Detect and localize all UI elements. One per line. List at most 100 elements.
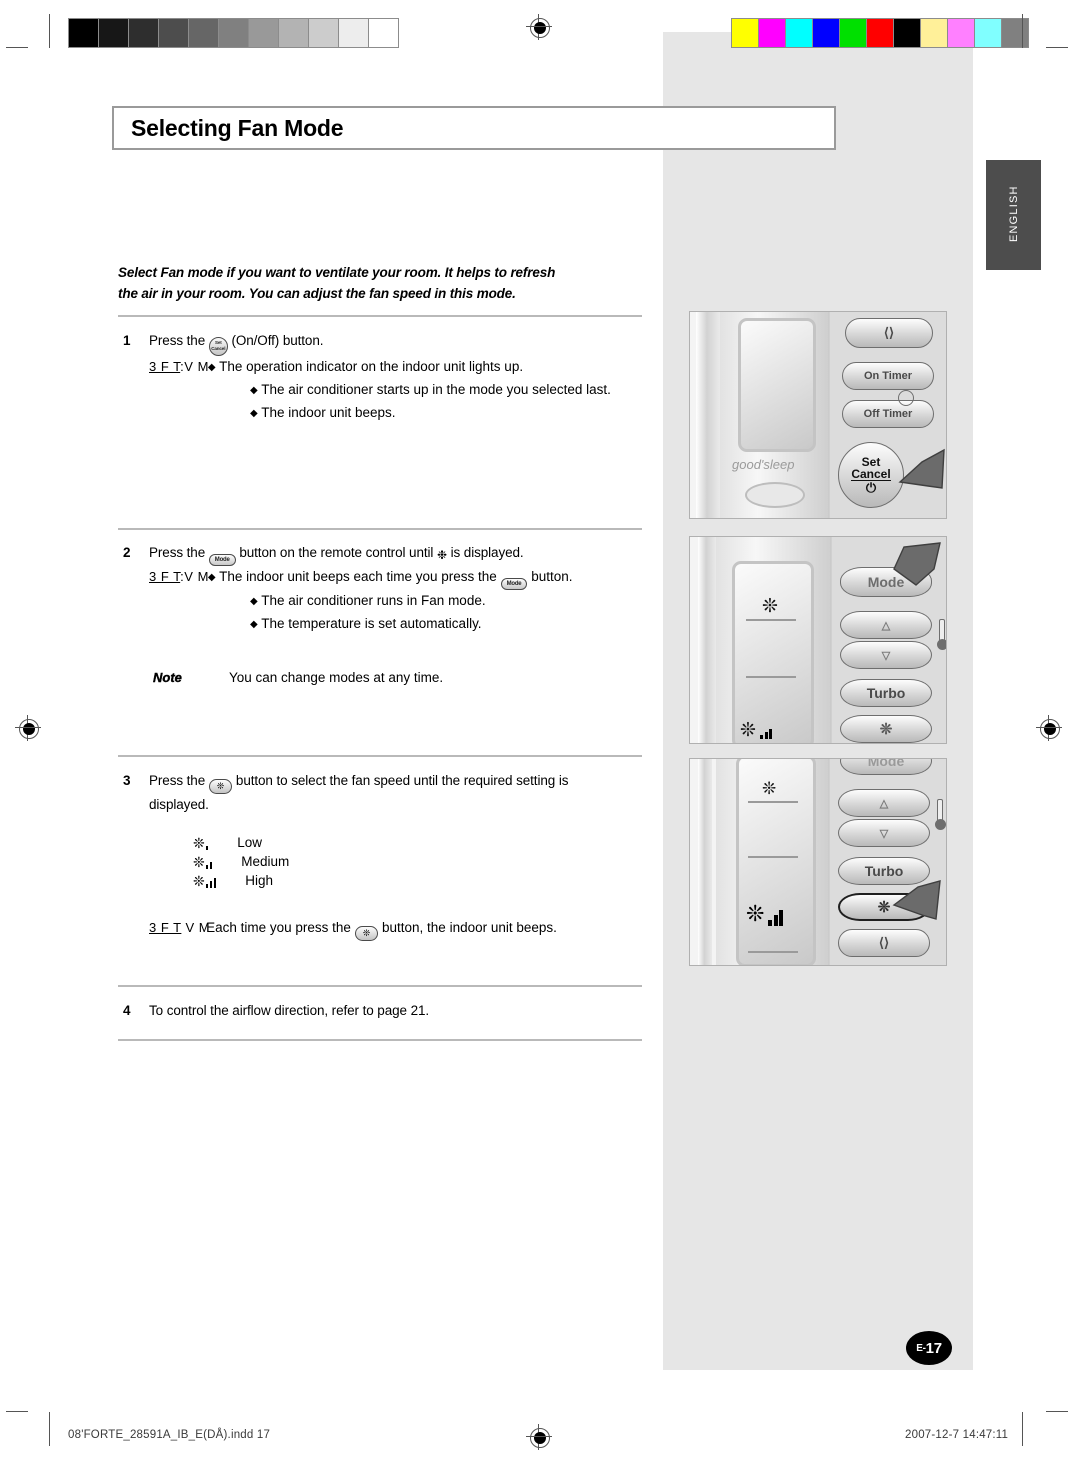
arrow-pointer-mode bbox=[884, 541, 944, 597]
fan-icon: ❉ bbox=[436, 547, 447, 562]
note-label: Note bbox=[153, 669, 182, 685]
turbo-button[interactable]: Turbo bbox=[840, 679, 932, 707]
fan-speed-low-label: Low bbox=[237, 835, 262, 850]
color-calibration-bar bbox=[731, 18, 1029, 48]
temp-up-button[interactable]: △ bbox=[838, 789, 930, 817]
step-2-bullet-1: The indoor unit beeps each time you pres… bbox=[219, 568, 497, 584]
temp-up-button[interactable]: △ bbox=[840, 611, 932, 639]
swing-icon: ⟨⟩ bbox=[878, 935, 890, 950]
step-1: 1 Press the Set Cancel (On/Off) button. bbox=[118, 330, 642, 356]
fan-speed-legend: ❊ Low ❊ Medium ❊ High bbox=[193, 834, 642, 890]
fan-speed-medium-label: Medium bbox=[241, 854, 290, 869]
step-2-bullet-3: The temperature is set automatically. bbox=[261, 615, 482, 631]
remote-illustration-power: good'sleep ⟨⟩ On Timer Off Timer Set Can… bbox=[689, 311, 947, 519]
color-swatch-8 bbox=[948, 19, 975, 47]
mode-button[interactable]: Mode bbox=[840, 759, 932, 775]
step-3-result-after: button, the indoor unit beeps. bbox=[382, 919, 557, 935]
step-1-bullet-3: The indoor unit beeps. bbox=[261, 404, 396, 420]
temp-down-button[interactable]: ▽ bbox=[840, 641, 932, 669]
step-3-text-before: Press the bbox=[149, 772, 206, 788]
lcd-divider-1 bbox=[748, 801, 798, 803]
lcd-divider-2 bbox=[748, 856, 798, 858]
goodsleep-button[interactable] bbox=[745, 482, 805, 508]
step-1-results: 3 F T:V M ◆ The operation indicator on t… bbox=[149, 356, 642, 425]
bullet-diamond-icon: ◆ bbox=[250, 407, 258, 419]
step-1-number: 1 bbox=[123, 333, 131, 348]
step-3-text-line2: displayed. bbox=[149, 796, 209, 812]
step-4-number: 4 bbox=[123, 1002, 131, 1018]
crop-mark-br-h bbox=[1046, 1411, 1068, 1412]
crop-mark-tr-v bbox=[1022, 14, 1023, 48]
page-number-value: 17 bbox=[925, 1339, 942, 1357]
fan-speed-low-icon: ❊ bbox=[193, 835, 209, 850]
fan-speed-row-high: ❊ High bbox=[193, 872, 642, 890]
step-3: 3 Press the ❊ button to select the fan s… bbox=[118, 770, 642, 815]
grayscale-swatch-1 bbox=[99, 19, 129, 47]
triangle-up-icon: △ bbox=[879, 797, 889, 810]
crop-mark-bl-v bbox=[49, 1412, 50, 1446]
thermometer-icon bbox=[935, 799, 946, 830]
color-swatch-9 bbox=[975, 19, 1002, 47]
crop-mark-tl-v bbox=[49, 14, 50, 48]
grayscale-swatch-6 bbox=[249, 19, 279, 47]
remote-left-edge bbox=[698, 537, 716, 743]
grayscale-swatch-0 bbox=[69, 19, 99, 47]
on-timer-button[interactable]: On Timer bbox=[842, 362, 934, 390]
page-number-prefix: E- bbox=[916, 1342, 926, 1354]
color-swatch-3 bbox=[813, 19, 840, 47]
arrow-pointer-fanspeed bbox=[878, 875, 942, 927]
remote-body: good'sleep ⟨⟩ On Timer Off Timer Set Can… bbox=[690, 312, 946, 518]
grayscale-swatch-5 bbox=[219, 19, 249, 47]
step-2-bullet-2: The air conditioner runs in Fan mode. bbox=[261, 592, 486, 608]
page-title: Selecting Fan Mode bbox=[131, 115, 344, 141]
divider-3 bbox=[118, 754, 642, 757]
step-2-bullet-1-suffix: button. bbox=[531, 568, 573, 584]
set-cancel-button-icon: Set Cancel bbox=[208, 336, 228, 356]
color-swatch-2 bbox=[786, 19, 813, 47]
mode-button-icon: Mode bbox=[500, 577, 528, 590]
intro-paragraph: Select Fan mode if you want to ventilate… bbox=[118, 262, 642, 304]
fan-speed-medium-icon: ❊ bbox=[193, 854, 213, 869]
remote-left-edge bbox=[696, 312, 720, 518]
grayscale-swatch-2 bbox=[129, 19, 159, 47]
fan-speed-high-icon: ❊ bbox=[193, 873, 217, 888]
grayscale-calibration-bar bbox=[68, 18, 399, 48]
step-2-results: 3 F T:V M ◆ The indoor unit beeps each t… bbox=[149, 566, 642, 636]
swing-button[interactable]: ⟨⟩ bbox=[845, 318, 933, 348]
divider-5 bbox=[118, 1038, 642, 1041]
triangle-up-icon: △ bbox=[881, 619, 891, 632]
remote-body: ❊ ❊ Mode △ ▽ Turbo ❊ ⟨⟩ bbox=[690, 759, 946, 965]
remote-illustration-fanspeed: ❊ ❊ Mode △ ▽ Turbo ❊ ⟨⟩ bbox=[689, 758, 947, 966]
lcd-divider-1 bbox=[746, 619, 796, 621]
step-3-marker: 3 F T V M bbox=[149, 919, 211, 935]
lcd-divider-2 bbox=[746, 676, 796, 678]
swing-button[interactable]: ⟨⟩ bbox=[838, 929, 930, 957]
page-title-box: Selecting Fan Mode bbox=[112, 106, 836, 150]
lcd-fan-speed-icon: ❊ bbox=[740, 720, 756, 741]
bullet-diamond-icon: ◆ bbox=[250, 618, 258, 630]
registration-mark-right bbox=[1036, 715, 1062, 741]
remote-lcd-screen bbox=[732, 561, 814, 743]
lcd-divider-3 bbox=[748, 951, 798, 953]
fan-icon: ❊ bbox=[879, 721, 893, 738]
bullet-diamond-icon: ◆ bbox=[207, 361, 216, 373]
temp-down-button[interactable]: ▽ bbox=[838, 819, 930, 847]
bullet-diamond-icon: ◆ bbox=[250, 384, 258, 396]
registration-mark-top bbox=[526, 14, 552, 40]
lcd-fan-icon: ❊ bbox=[762, 779, 777, 798]
set-label: Set bbox=[861, 454, 881, 469]
language-tab-english: ENGLISH bbox=[986, 160, 1041, 270]
crop-mark-tl-h bbox=[6, 47, 28, 48]
lcd-fan-icon: ❊ bbox=[762, 596, 778, 617]
grayscale-swatch-7 bbox=[279, 19, 309, 47]
fan-speed-button[interactable]: ❊ bbox=[840, 715, 932, 743]
grayscale-swatch-8 bbox=[309, 19, 339, 47]
color-swatch-10 bbox=[1002, 19, 1028, 47]
step-3-result-before: Each time you press the bbox=[206, 919, 351, 935]
clock-icon bbox=[898, 390, 914, 406]
off-timer-button[interactable]: Off Timer bbox=[842, 400, 934, 428]
step-1-text-before: Press the bbox=[149, 333, 206, 348]
page-number-badge: E- 17 bbox=[906, 1331, 952, 1365]
step-1-bullet-1: The operation indicator on the indoor un… bbox=[219, 358, 524, 374]
step-2-text-mid: button on the remote control until bbox=[239, 544, 434, 560]
